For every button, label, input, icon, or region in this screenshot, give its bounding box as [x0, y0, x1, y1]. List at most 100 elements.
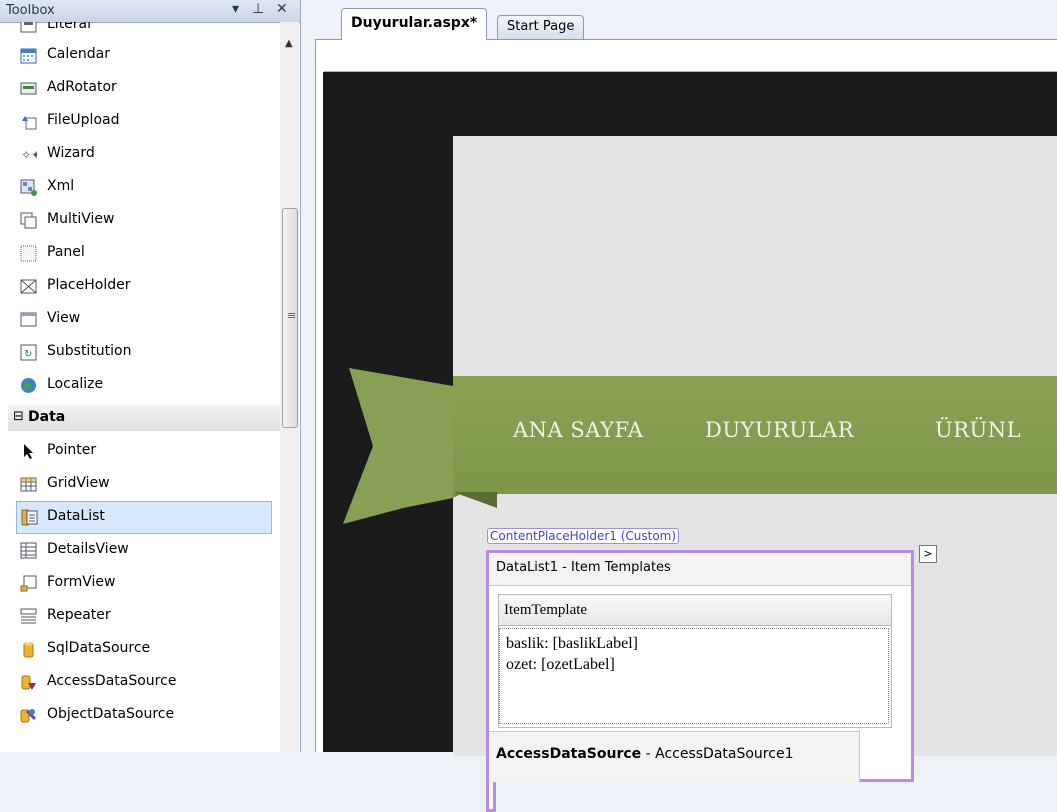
- toolbox-item-label: AdRotator: [47, 79, 117, 95]
- toolbox-item-placeholder[interactable]: PlaceHolder: [0, 270, 280, 303]
- toolbox-item-detailsview[interactable]: DetailsView: [0, 534, 280, 567]
- dropdown-icon[interactable]: ▾: [232, 1, 239, 17]
- formview-icon: [20, 575, 37, 592]
- scroll-up-arrow-icon[interactable]: ▲: [285, 38, 293, 49]
- panel-icon: [20, 245, 37, 262]
- toolbox-item-label: Localize: [47, 376, 104, 392]
- multiview-icon: [20, 212, 37, 229]
- pin-icon[interactable]: ⊥: [252, 1, 264, 17]
- localize-icon: [21, 378, 36, 393]
- item-template-header: ItemTemplate: [499, 595, 891, 626]
- toolbox-item-pointer[interactable]: Pointer: [0, 435, 280, 468]
- template-line-baslik: baslik: [baslikLabel]: [506, 635, 638, 652]
- master-page-background: ANA SAYFA DUYURULAR ÜRÜNL ContentPlaceHo…: [323, 72, 1057, 812]
- xml-icon: [20, 179, 37, 196]
- tab-duyurular[interactable]: Duyurular.aspx*: [341, 8, 488, 40]
- toolbox-item-label: SqlDataSource: [47, 640, 151, 656]
- toolbox-item-objectdatasource[interactable]: ObjectDataSource: [0, 699, 280, 732]
- toolbox-item-label: Xml: [47, 178, 75, 194]
- toolbox-item-localize[interactable]: Localize: [0, 369, 280, 402]
- toolbox-item-calendar[interactable]: Calendar: [0, 39, 280, 72]
- smart-tag-button[interactable]: >: [919, 545, 937, 563]
- ribbon-fold-shape: [453, 492, 497, 508]
- toolbox-item-label: Literal: [47, 22, 92, 32]
- repeater-icon: [20, 608, 37, 624]
- datalist-title: DataList1 - Item Templates: [496, 560, 671, 575]
- toolbox-item-fileupload[interactable]: FileUpload: [0, 105, 280, 138]
- substitution-icon: ↻: [20, 344, 37, 361]
- toolbox-item-label: View: [47, 310, 81, 326]
- toolbox-item-label: DataList: [47, 508, 105, 524]
- toolbox-item-label: DetailsView: [47, 541, 129, 557]
- close-icon[interactable]: ✕: [276, 1, 288, 17]
- view-icon: [20, 312, 37, 327]
- toolbox-panel: Toolbox ▾ ⊥ ✕ Literal Calendar AdRotator…: [0, 0, 301, 752]
- collapse-icon[interactable]: ⊟: [13, 409, 24, 424]
- toolbox-item-substitution[interactable]: ↻ Substitution: [0, 336, 280, 369]
- toolbox-item-label: GridView: [47, 475, 110, 491]
- access-datasource-control[interactable]: AccessDataSource - AccessDataSource1: [489, 731, 860, 783]
- toolbox-title: Toolbox: [6, 3, 55, 18]
- toolbox-header: Toolbox ▾ ⊥ ✕: [0, 0, 300, 23]
- toolbox-item-label: Substitution: [47, 343, 132, 359]
- gridview-icon: [20, 477, 37, 492]
- item-template-title: ItemTemplate: [504, 602, 588, 618]
- datasource-label: AccessDataSource - AccessDataSource1: [496, 746, 793, 762]
- wizard-icon: ✧✦: [21, 148, 37, 162]
- toolbox-item-adrotator[interactable]: AdRotator: [0, 72, 280, 105]
- toolbox-item-label: Repeater: [47, 607, 111, 623]
- document-area: Duyurular.aspx* Start Page ANA SAYFA DUY…: [301, 0, 1057, 812]
- nav-link-duyurular[interactable]: DUYURULAR: [705, 418, 854, 442]
- calendar-icon: [20, 48, 37, 64]
- toolbox-item-gridview[interactable]: GridView: [0, 468, 280, 501]
- content-placeholder-handle: [486, 782, 496, 812]
- toolbox-item-view[interactable]: View: [0, 303, 280, 336]
- datalist-header: DataList1 - Item Templates: [489, 553, 911, 586]
- toolbox-item-datalist[interactable]: DataList: [16, 501, 272, 534]
- objectdatasource-icon: [20, 709, 37, 723]
- item-template-body[interactable]: baslik: [baslikLabel] ozet: [ozetLabel]: [499, 628, 889, 724]
- toolbox-item-wizard[interactable]: ✧✦ Wizard: [0, 138, 280, 171]
- datasource-name: AccessDataSource1: [655, 746, 794, 762]
- toolbox-list: Literal Calendar AdRotator FileUpload ✧✦…: [0, 22, 280, 732]
- datalist-icon: [21, 509, 38, 526]
- toolbox-item-label: PlaceHolder: [47, 277, 131, 293]
- toolbox-category-data[interactable]: ⊟ Data: [8, 405, 280, 431]
- toolbox-item-sqldatasource[interactable]: SqlDataSource: [0, 633, 280, 666]
- datasource-type: AccessDataSource: [496, 746, 642, 762]
- adrotator-icon: [20, 82, 37, 95]
- toolbox-item-label: FileUpload: [47, 112, 120, 128]
- toolbox-item-label: AccessDataSource: [47, 673, 177, 689]
- content-placeholder-label[interactable]: ContentPlaceHolder1 (Custom): [487, 528, 680, 544]
- toolbox-item-accessdatasource[interactable]: AccessDataSource: [0, 666, 280, 699]
- accessdatasource-icon: [21, 675, 36, 690]
- tab-start-page[interactable]: Start Page: [497, 15, 585, 39]
- toolbox-item-formview[interactable]: FormView: [0, 567, 280, 600]
- fileupload-icon: [22, 116, 37, 130]
- literal-icon: [20, 22, 37, 33]
- item-template-box[interactable]: ItemTemplate baslik: [baslikLabel] ozet:…: [498, 594, 892, 728]
- toolbox-item-label: ObjectDataSource: [47, 706, 175, 722]
- toolbox-item-literal[interactable]: Literal: [0, 22, 280, 39]
- template-line-ozet: ozet: [ozetLabel]: [506, 656, 615, 673]
- svg-text:↻: ↻: [24, 349, 32, 360]
- toolbox-item-label: MultiView: [47, 211, 115, 227]
- toolbox-category-label: Data: [28, 409, 66, 425]
- document-tabs: Duyurular.aspx* Start Page: [301, 0, 1057, 40]
- nav-link-urunler[interactable]: ÜRÜNL: [935, 418, 1021, 442]
- scrollbar-thumb[interactable]: ≡: [282, 208, 298, 428]
- toolbox-item-multiview[interactable]: MultiView: [0, 204, 280, 237]
- toolbox-item-label: Calendar: [47, 46, 110, 62]
- nav-link-ana-sayfa[interactable]: ANA SAYFA: [513, 418, 643, 442]
- grip-icon: ≡: [287, 309, 297, 322]
- toolbox-item-label: Panel: [47, 244, 85, 260]
- content-placeholder[interactable]: DataList1 - Item Templates ItemTemplate …: [486, 550, 914, 783]
- toolbox-item-repeater[interactable]: Repeater: [0, 600, 280, 633]
- toolbox-scrollbar[interactable]: ▲ ≡: [280, 22, 299, 752]
- design-surface[interactable]: ANA SAYFA DUYURULAR ÜRÜNL ContentPlaceHo…: [315, 40, 1057, 812]
- toolbox-item-panel[interactable]: Panel: [0, 237, 280, 270]
- placeholder-icon: [20, 279, 37, 294]
- toolbox-item-xml[interactable]: Xml: [0, 171, 280, 204]
- toolbox-item-label: Pointer: [47, 442, 97, 458]
- sqldatasource-icon: [23, 642, 34, 658]
